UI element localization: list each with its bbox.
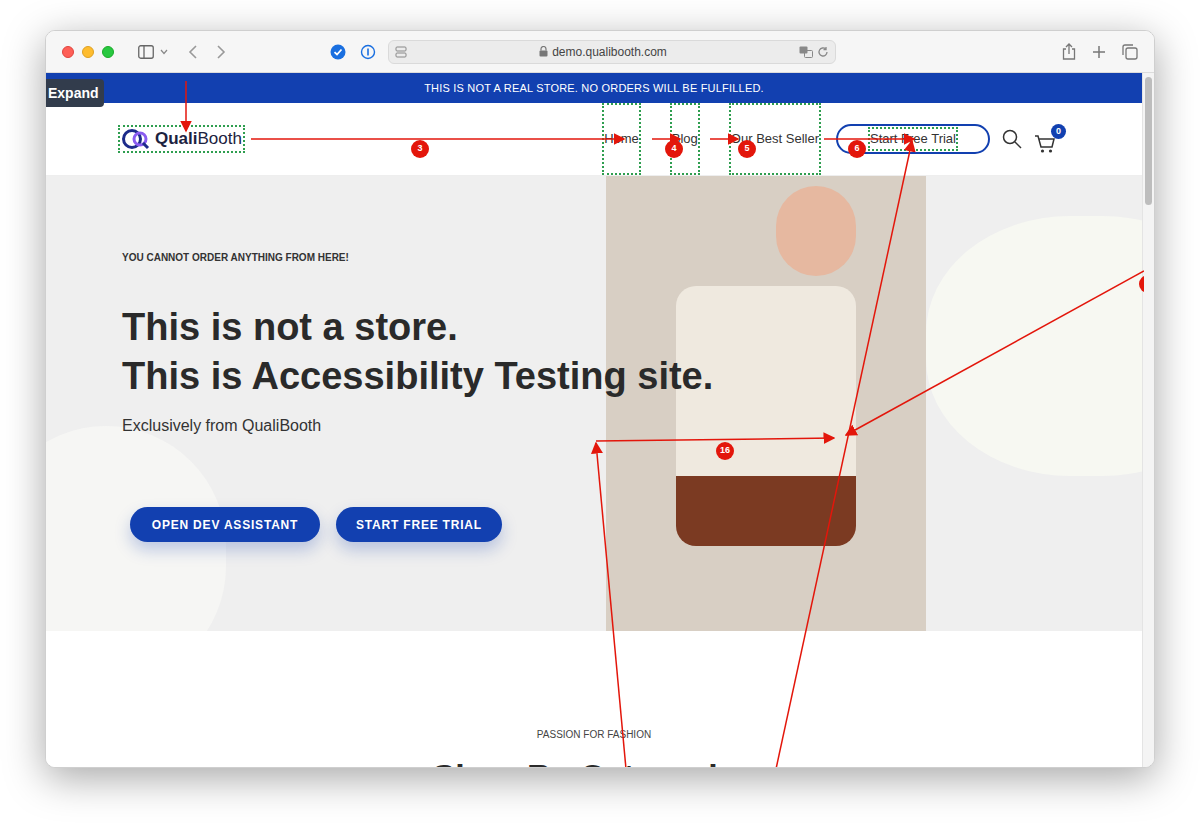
minimize-icon[interactable] bbox=[82, 46, 94, 58]
logo-icon bbox=[121, 128, 153, 150]
open-dev-assistant-button[interactable]: OPEN DEV ASSISTANT bbox=[130, 507, 320, 542]
tab-order-marker: 4 bbox=[665, 140, 683, 158]
share-icon[interactable] bbox=[1062, 43, 1076, 60]
sidebar-icon[interactable] bbox=[138, 45, 154, 59]
scrollbar-thumb[interactable] bbox=[1145, 77, 1152, 205]
site-header: QualiBooth Home Blog Our Best Seller Sta… bbox=[46, 103, 1142, 176]
nav-link[interactable]: Blog bbox=[670, 103, 700, 175]
hero-photo bbox=[606, 176, 926, 631]
back-icon[interactable] bbox=[188, 45, 198, 59]
expand-button[interactable]: Expand bbox=[46, 79, 104, 107]
web-page: THIS IS NOT A REAL STORE. NO ORDERS WILL… bbox=[46, 73, 1142, 767]
tabs-overview-icon[interactable] bbox=[1122, 44, 1138, 60]
start-free-trial-button[interactable]: START FREE TRIAL bbox=[336, 507, 502, 542]
reload-icon[interactable] bbox=[817, 46, 829, 58]
close-icon[interactable] bbox=[62, 46, 74, 58]
extension-check-icon[interactable] bbox=[330, 44, 346, 60]
search-icon[interactable] bbox=[1002, 129, 1022, 149]
forward-icon[interactable] bbox=[216, 45, 226, 59]
tab-order-overlay bbox=[46, 31, 1144, 768]
notice-banner: THIS IS NOT A REAL STORE. NO ORDERS WILL… bbox=[46, 73, 1142, 103]
url-text[interactable]: demo.qualibooth.com bbox=[552, 43, 667, 61]
categories-section: PASSION FOR FASHION Shop By Categories bbox=[46, 631, 1142, 767]
cart[interactable]: 0 bbox=[1034, 124, 1066, 154]
tab-order-marker: 6 bbox=[848, 140, 866, 158]
password-icon[interactable] bbox=[360, 44, 376, 60]
toolbar: demo.qualibooth.com bbox=[46, 31, 1154, 73]
hero-blob bbox=[926, 216, 1142, 476]
address-bar[interactable]: demo.qualibooth.com bbox=[388, 40, 836, 64]
new-tab-icon[interactable] bbox=[1092, 45, 1106, 59]
tab-order-marker: 5 bbox=[738, 140, 756, 158]
browser-window: demo.qualibooth.com THIS IS NOT A REAL S… bbox=[45, 30, 1155, 768]
tab-order-marker: 3 bbox=[411, 140, 429, 158]
cart-count-badge: 0 bbox=[1051, 124, 1066, 139]
scrollbar[interactable] bbox=[1142, 73, 1154, 767]
chevron-down-icon[interactable] bbox=[160, 49, 168, 55]
hero: YOU CANNOT ORDER ANYTHING FROM HERE! Thi… bbox=[46, 176, 1142, 631]
logo[interactable]: QualiBooth bbox=[121, 128, 242, 150]
lock-icon bbox=[539, 46, 548, 57]
translate-icon[interactable] bbox=[799, 46, 813, 58]
nav-link[interactable]: Our Best Seller bbox=[729, 103, 821, 175]
start-trial-button[interactable]: Start Free Trial bbox=[836, 124, 990, 154]
nav-link[interactable]: Home bbox=[602, 103, 641, 175]
zoom-icon[interactable] bbox=[102, 46, 114, 58]
tab-order-marker: 16 bbox=[716, 442, 734, 460]
tab-order-marker: 1 bbox=[1139, 275, 1144, 293]
page-icon bbox=[395, 46, 407, 58]
